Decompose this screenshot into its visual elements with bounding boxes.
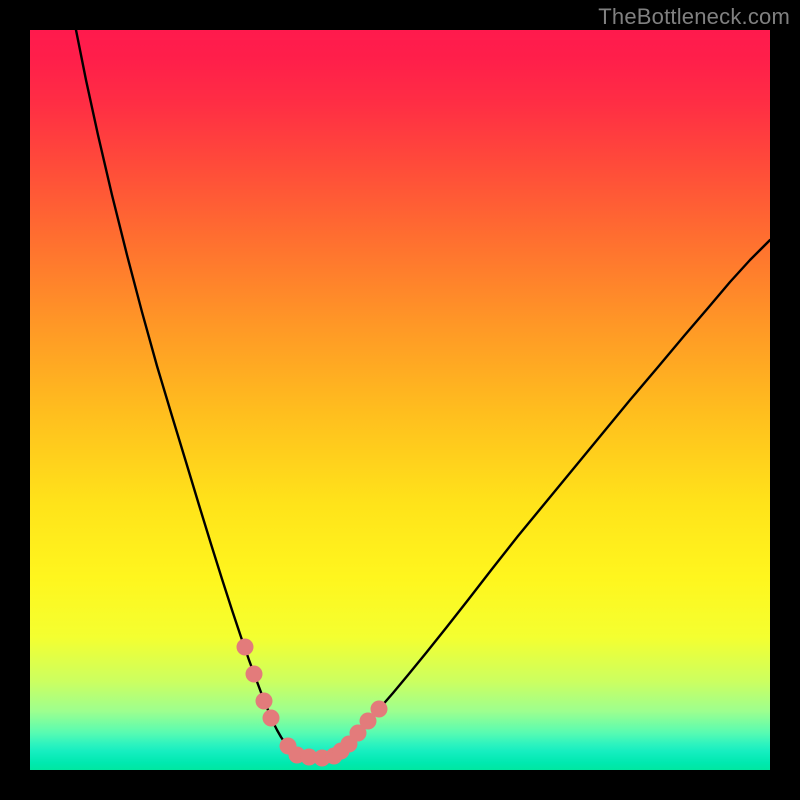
watermark-text: TheBottleneck.com (598, 4, 790, 30)
marker-dot (256, 693, 273, 710)
plot-area (30, 30, 770, 770)
marker-dot (246, 666, 263, 683)
chart-frame: TheBottleneck.com (0, 0, 800, 800)
curve-right-branch (336, 240, 770, 755)
marker-dot (263, 710, 280, 727)
curve-left-branch (76, 30, 297, 755)
curve-layer (30, 30, 770, 770)
marker-dot (237, 639, 254, 656)
marker-dot (371, 701, 388, 718)
